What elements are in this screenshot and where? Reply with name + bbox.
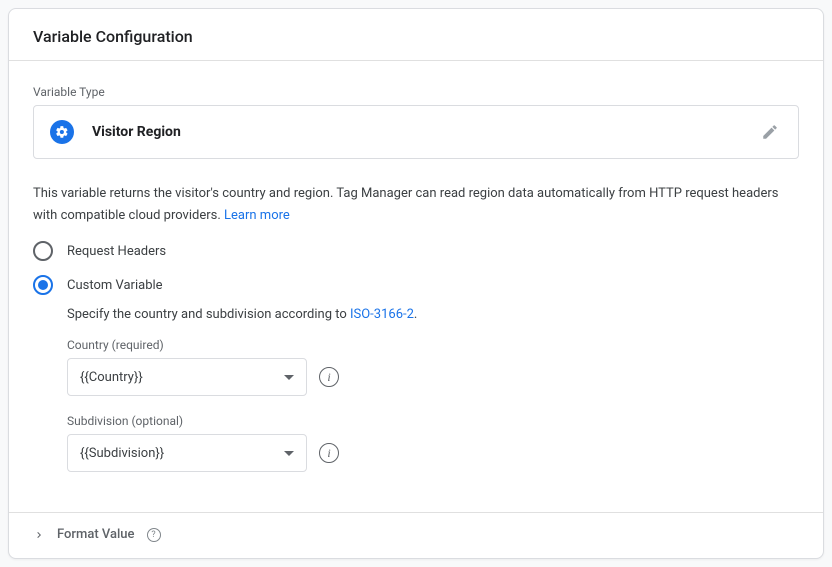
- learn-more-link[interactable]: Learn more: [224, 208, 290, 223]
- variable-type-label: Variable Type: [33, 85, 799, 99]
- radio-label-custom-variable: Custom Variable: [67, 278, 163, 293]
- help-icon[interactable]: ?: [147, 528, 161, 542]
- country-info-button[interactable]: i: [319, 367, 339, 387]
- subdivision-field-label: Subdivision (optional): [67, 414, 799, 428]
- card-title: Variable Configuration: [33, 27, 799, 46]
- country-field-label: Country (required): [67, 338, 799, 352]
- chevron-down-icon: [284, 375, 294, 380]
- iso-link[interactable]: ISO-3166-2: [350, 307, 414, 322]
- format-value-label: Format Value: [57, 527, 135, 542]
- subdivision-field-row: {{Subdivision}} i: [67, 434, 799, 472]
- format-value-toggle[interactable]: Format Value ?: [33, 527, 799, 542]
- description-text: This variable returns the visitor's coun…: [33, 183, 799, 227]
- variable-type-name: Visitor Region: [92, 124, 181, 140]
- country-field-row: {{Country}} i: [67, 358, 799, 396]
- edit-button[interactable]: [758, 120, 782, 144]
- custom-variable-section: Specify the country and subdivision acco…: [33, 307, 799, 472]
- country-dropdown-value: {{Country}}: [80, 370, 143, 385]
- subdivision-info-button[interactable]: i: [319, 443, 339, 463]
- variable-configuration-card: Variable Configuration Variable Type Vis…: [8, 8, 824, 559]
- custom-helper-text: Specify the country and subdivision acco…: [67, 307, 799, 322]
- card-footer: Format Value ?: [9, 513, 823, 558]
- gear-icon: [50, 120, 74, 144]
- chevron-right-icon: [33, 529, 45, 541]
- subdivision-dropdown[interactable]: {{Subdivision}}: [67, 434, 307, 472]
- card-body: Variable Type Visitor Region This variab…: [9, 61, 823, 504]
- variable-type-info: Visitor Region: [50, 120, 181, 144]
- radio-custom-variable[interactable]: Custom Variable: [33, 275, 799, 295]
- source-radio-group: Request Headers Custom Variable: [33, 241, 799, 295]
- radio-request-headers[interactable]: Request Headers: [33, 241, 799, 261]
- country-dropdown[interactable]: {{Country}}: [67, 358, 307, 396]
- subdivision-dropdown-value: {{Subdivision}}: [80, 446, 164, 461]
- variable-type-selector[interactable]: Visitor Region: [33, 105, 799, 159]
- card-header: Variable Configuration: [9, 9, 823, 61]
- radio-label-request-headers: Request Headers: [67, 244, 166, 259]
- pencil-icon: [761, 123, 779, 141]
- chevron-down-icon: [284, 451, 294, 456]
- radio-icon-selected: [33, 275, 53, 295]
- radio-icon: [33, 241, 53, 261]
